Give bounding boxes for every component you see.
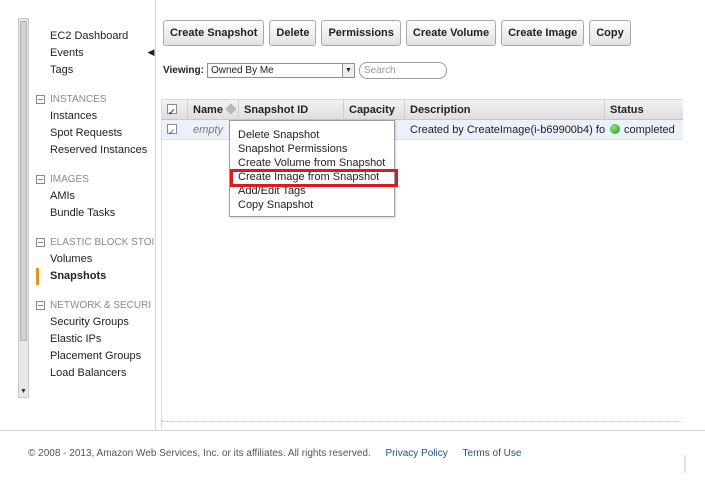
copy-button[interactable]: Copy (589, 20, 631, 46)
page-scrollbar[interactable] (684, 455, 686, 473)
sidebar-section-title: INSTANCES (50, 94, 107, 105)
sidebar-item-spot-requests[interactable]: Spot Requests (36, 125, 155, 142)
sidebar-item-elastic-ips[interactable]: Elastic IPs (36, 331, 155, 348)
search-input[interactable]: Search (358, 62, 447, 79)
menu-item-create-image-from-snapshot-label: Create Image from Snapshot (238, 171, 380, 183)
sidebar-item-reserved-instances[interactable]: Reserved Instances (36, 142, 155, 159)
row-checkbox[interactable] (167, 122, 177, 140)
sidebar-item-volumes[interactable]: Volumes (36, 251, 155, 268)
create-image-button[interactable]: Create Image (501, 20, 585, 46)
chevron-down-icon[interactable]: ▼ (341, 64, 354, 77)
sidebar-scrollbar[interactable]: ▼ (18, 18, 29, 398)
sidebar-item-snapshots[interactable]: Snapshots (36, 268, 155, 285)
table-footer (162, 421, 683, 427)
select-all-checkbox[interactable] (167, 102, 177, 120)
sort-icon[interactable] (225, 103, 237, 115)
table-header: Name Snapshot ID Capacity Description St… (162, 99, 683, 120)
sidebar-item-events[interactable]: Events (36, 45, 155, 62)
menu-item-add-edit-tags[interactable]: Add/Edit Tags (230, 184, 394, 198)
sidebar-nav: EC2 Dashboard Events Tags INSTANCES Inst… (36, 28, 155, 382)
menu-item-create-volume-from-snapshot[interactable]: Create Volume from Snapshot (230, 156, 394, 170)
delete-button[interactable]: Delete (269, 20, 317, 46)
collapse-box-icon[interactable] (36, 238, 45, 247)
sidebar-section-elastic-block-store[interactable]: ELASTIC BLOCK STOI (36, 234, 155, 251)
status-ok-icon (610, 124, 620, 134)
sidebar-item-instances[interactable]: Instances (36, 108, 155, 125)
context-menu: Delete Snapshot Snapshot Permissions Cre… (229, 120, 398, 217)
sidebar-item-load-balancers[interactable]: Load Balancers (36, 365, 155, 382)
footer-divider (0, 430, 705, 431)
sidebar-scrollbar-thumb[interactable] (20, 21, 27, 341)
sidebar-item-tags[interactable]: Tags (36, 62, 155, 79)
permissions-button[interactable]: Permissions (321, 20, 401, 46)
sidebar-item-security-groups[interactable]: Security Groups (36, 314, 155, 331)
column-header-capacity[interactable]: Capacity (344, 100, 405, 120)
sidebar-section-instances[interactable]: INSTANCES (36, 91, 155, 108)
menu-item-delete-snapshot[interactable]: Delete Snapshot (230, 128, 394, 142)
column-header-snapshot-id[interactable]: Snapshot ID (239, 100, 344, 120)
sidebar-item-bundle-tasks[interactable]: Bundle Tasks (36, 205, 155, 222)
privacy-policy-link[interactable]: Privacy Policy (386, 448, 448, 459)
toolbar: Create Snapshot Delete Permissions Creat… (163, 20, 631, 46)
sidebar-item-amis[interactable]: AMIs (36, 188, 155, 205)
column-header-name[interactable]: Name (188, 100, 239, 120)
sidebar-section-title: IMAGES (50, 174, 89, 185)
scroll-down-arrow-icon[interactable]: ▼ (20, 388, 27, 396)
footer-copyright: © 2008 - 2013, Amazon Web Services, Inc.… (28, 448, 371, 459)
row-status: completed (605, 120, 683, 140)
terms-of-use-link[interactable]: Terms of Use (463, 448, 522, 459)
row-status-label: completed (624, 124, 675, 136)
sidebar-item-ec2-dashboard[interactable]: EC2 Dashboard (36, 28, 155, 45)
column-header-name-label: Name (193, 104, 223, 116)
sidebar: ▼ EC2 Dashboard Events Tags INSTANCES In… (0, 0, 156, 430)
sidebar-section-title: ELASTIC BLOCK STOI (50, 237, 155, 248)
sidebar-section-network-security[interactable]: NETWORK & SECURI (36, 297, 155, 314)
column-header-status[interactable]: Status (605, 100, 683, 120)
footer: © 2008 - 2013, Amazon Web Services, Inc.… (28, 448, 521, 459)
column-header-description[interactable]: Description (405, 100, 605, 120)
sidebar-section-images[interactable]: IMAGES (36, 171, 155, 188)
menu-item-snapshot-permissions[interactable]: Snapshot Permissions (230, 142, 394, 156)
select-all-cell[interactable] (162, 100, 188, 120)
viewing-select[interactable]: Owned By Me ▼ (206, 63, 355, 78)
collapse-box-icon[interactable] (36, 175, 45, 184)
collapse-sidebar-arrow-icon[interactable]: ◀ (146, 44, 156, 60)
menu-item-create-image-from-snapshot[interactable]: Create Image from Snapshot (230, 169, 398, 187)
sidebar-item-placement-groups[interactable]: Placement Groups (36, 348, 155, 365)
viewing-label: Viewing: (163, 65, 204, 76)
row-description: Created by CreateImage(i-b69900b4) for a… (410, 124, 605, 136)
filter-bar: Viewing: Owned By Me ▼ Search (163, 62, 447, 79)
create-volume-button[interactable]: Create Volume (405, 20, 497, 46)
collapse-box-icon[interactable] (36, 301, 45, 310)
row-select-cell[interactable] (162, 120, 188, 140)
sidebar-section-title: NETWORK & SECURI (50, 300, 152, 311)
create-snapshot-button[interactable]: Create Snapshot (163, 20, 265, 46)
viewing-select-value: Owned By Me (210, 65, 274, 76)
collapse-box-icon[interactable] (36, 95, 45, 104)
menu-item-copy-snapshot[interactable]: Copy Snapshot (230, 198, 394, 212)
